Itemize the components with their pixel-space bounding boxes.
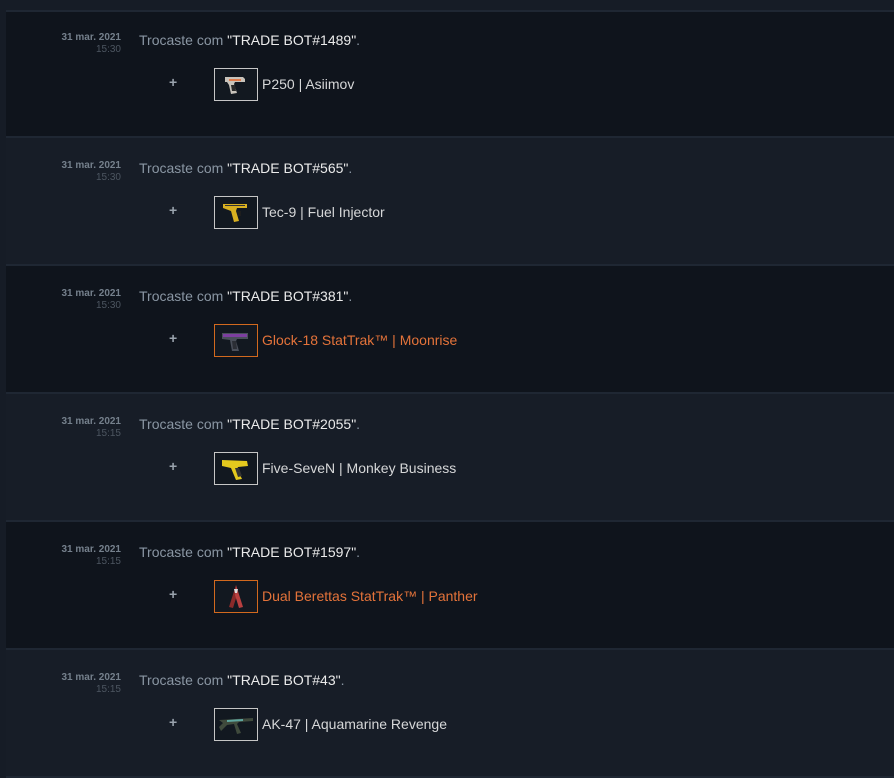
trade-label-suffix: . [348, 160, 353, 176]
trade-partner-name[interactable]: "TRADE BOT#1489" [227, 32, 356, 48]
trade-label-suffix: . [356, 32, 361, 48]
trade-item-name[interactable]: Dual Berettas StatTrak™ | Panther [262, 588, 478, 604]
trade-description: Trocaste com "TRADE BOT#381". [139, 288, 352, 304]
trade-label-suffix: . [348, 288, 353, 304]
received-plus-icon: + [169, 330, 178, 346]
received-plus-icon: + [169, 458, 178, 474]
trade-entry: 31 mar. 2021 15:30 Trocaste com "TRADE B… [6, 266, 894, 394]
trade-description: Trocaste com "TRADE BOT#565". [139, 160, 352, 176]
trade-item-name[interactable]: AK-47 | Aquamarine Revenge [262, 716, 447, 732]
trade-description: Trocaste com "TRADE BOT#1597". [139, 544, 360, 560]
glock-pistol-icon[interactable] [214, 324, 258, 357]
trade-date: 31 mar. 2021 [61, 416, 122, 427]
trade-partner-name[interactable]: "TRADE BOT#2055" [227, 416, 356, 432]
trade-time: 15:15 [95, 428, 121, 439]
list-top-divider [6, 10, 894, 12]
trade-entry: 31 mar. 2021 15:15 Trocaste com "TRADE B… [6, 394, 894, 522]
trade-label: Trocaste com [139, 160, 228, 176]
trade-description: Trocaste com "TRADE BOT#1489". [139, 32, 360, 48]
trade-time: 15:30 [95, 172, 121, 183]
trade-item-name[interactable]: P250 | Asiimov [262, 76, 354, 92]
trade-partner-name[interactable]: "TRADE BOT#565" [227, 160, 348, 176]
received-plus-icon: + [169, 202, 178, 218]
dual-berettas-icon[interactable] [214, 580, 258, 613]
tec9-pistol-icon[interactable] [214, 196, 258, 229]
trade-date: 31 mar. 2021 [61, 672, 122, 683]
trade-date: 31 mar. 2021 [61, 544, 122, 555]
trade-entry: 31 mar. 2021 15:30 Trocaste com "TRADE B… [6, 10, 894, 138]
trade-time: 15:15 [95, 556, 121, 567]
trade-label-suffix: . [340, 672, 345, 688]
trade-time: 15:30 [95, 300, 121, 311]
trade-item-name[interactable]: Five-SeveN | Monkey Business [262, 460, 456, 476]
trade-entry: 31 mar. 2021 15:15 Trocaste com "TRADE B… [6, 650, 894, 778]
trade-time: 15:15 [95, 684, 121, 695]
trade-label: Trocaste com [139, 544, 228, 560]
trade-label: Trocaste com [139, 288, 228, 304]
trade-history-panel: 31 mar. 2021 15:30 Trocaste com "TRADE B… [0, 0, 894, 778]
trade-label: Trocaste com [139, 32, 228, 48]
trade-description: Trocaste com "TRADE BOT#43". [139, 672, 344, 688]
trade-item-name[interactable]: Glock-18 StatTrak™ | Moonrise [262, 332, 457, 348]
trade-time: 15:30 [95, 44, 121, 55]
trade-entry: 31 mar. 2021 15:15 Trocaste com "TRADE B… [6, 522, 894, 650]
trade-item-name[interactable]: Tec-9 | Fuel Injector [262, 204, 385, 220]
trade-partner-name[interactable]: "TRADE BOT#381" [227, 288, 348, 304]
p250-pistol-icon[interactable] [214, 68, 258, 101]
trade-description: Trocaste com "TRADE BOT#2055". [139, 416, 360, 432]
trade-entry: 31 mar. 2021 15:30 Trocaste com "TRADE B… [6, 138, 894, 266]
trade-partner-name[interactable]: "TRADE BOT#1597" [227, 544, 356, 560]
five-seven-pistol-icon[interactable] [214, 452, 258, 485]
received-plus-icon: + [169, 74, 178, 90]
trade-label: Trocaste com [139, 672, 228, 688]
received-plus-icon: + [169, 586, 178, 602]
trade-date: 31 mar. 2021 [61, 160, 122, 171]
ak47-rifle-icon[interactable] [214, 708, 258, 741]
trade-label-suffix: . [356, 544, 361, 560]
received-plus-icon: + [169, 714, 178, 730]
trade-history-list: 31 mar. 2021 15:30 Trocaste com "TRADE B… [6, 10, 894, 778]
trade-label: Trocaste com [139, 416, 228, 432]
trade-label-suffix: . [356, 416, 361, 432]
trade-partner-name[interactable]: "TRADE BOT#43" [227, 672, 340, 688]
trade-date: 31 mar. 2021 [61, 32, 122, 43]
trade-date: 31 mar. 2021 [61, 288, 122, 299]
